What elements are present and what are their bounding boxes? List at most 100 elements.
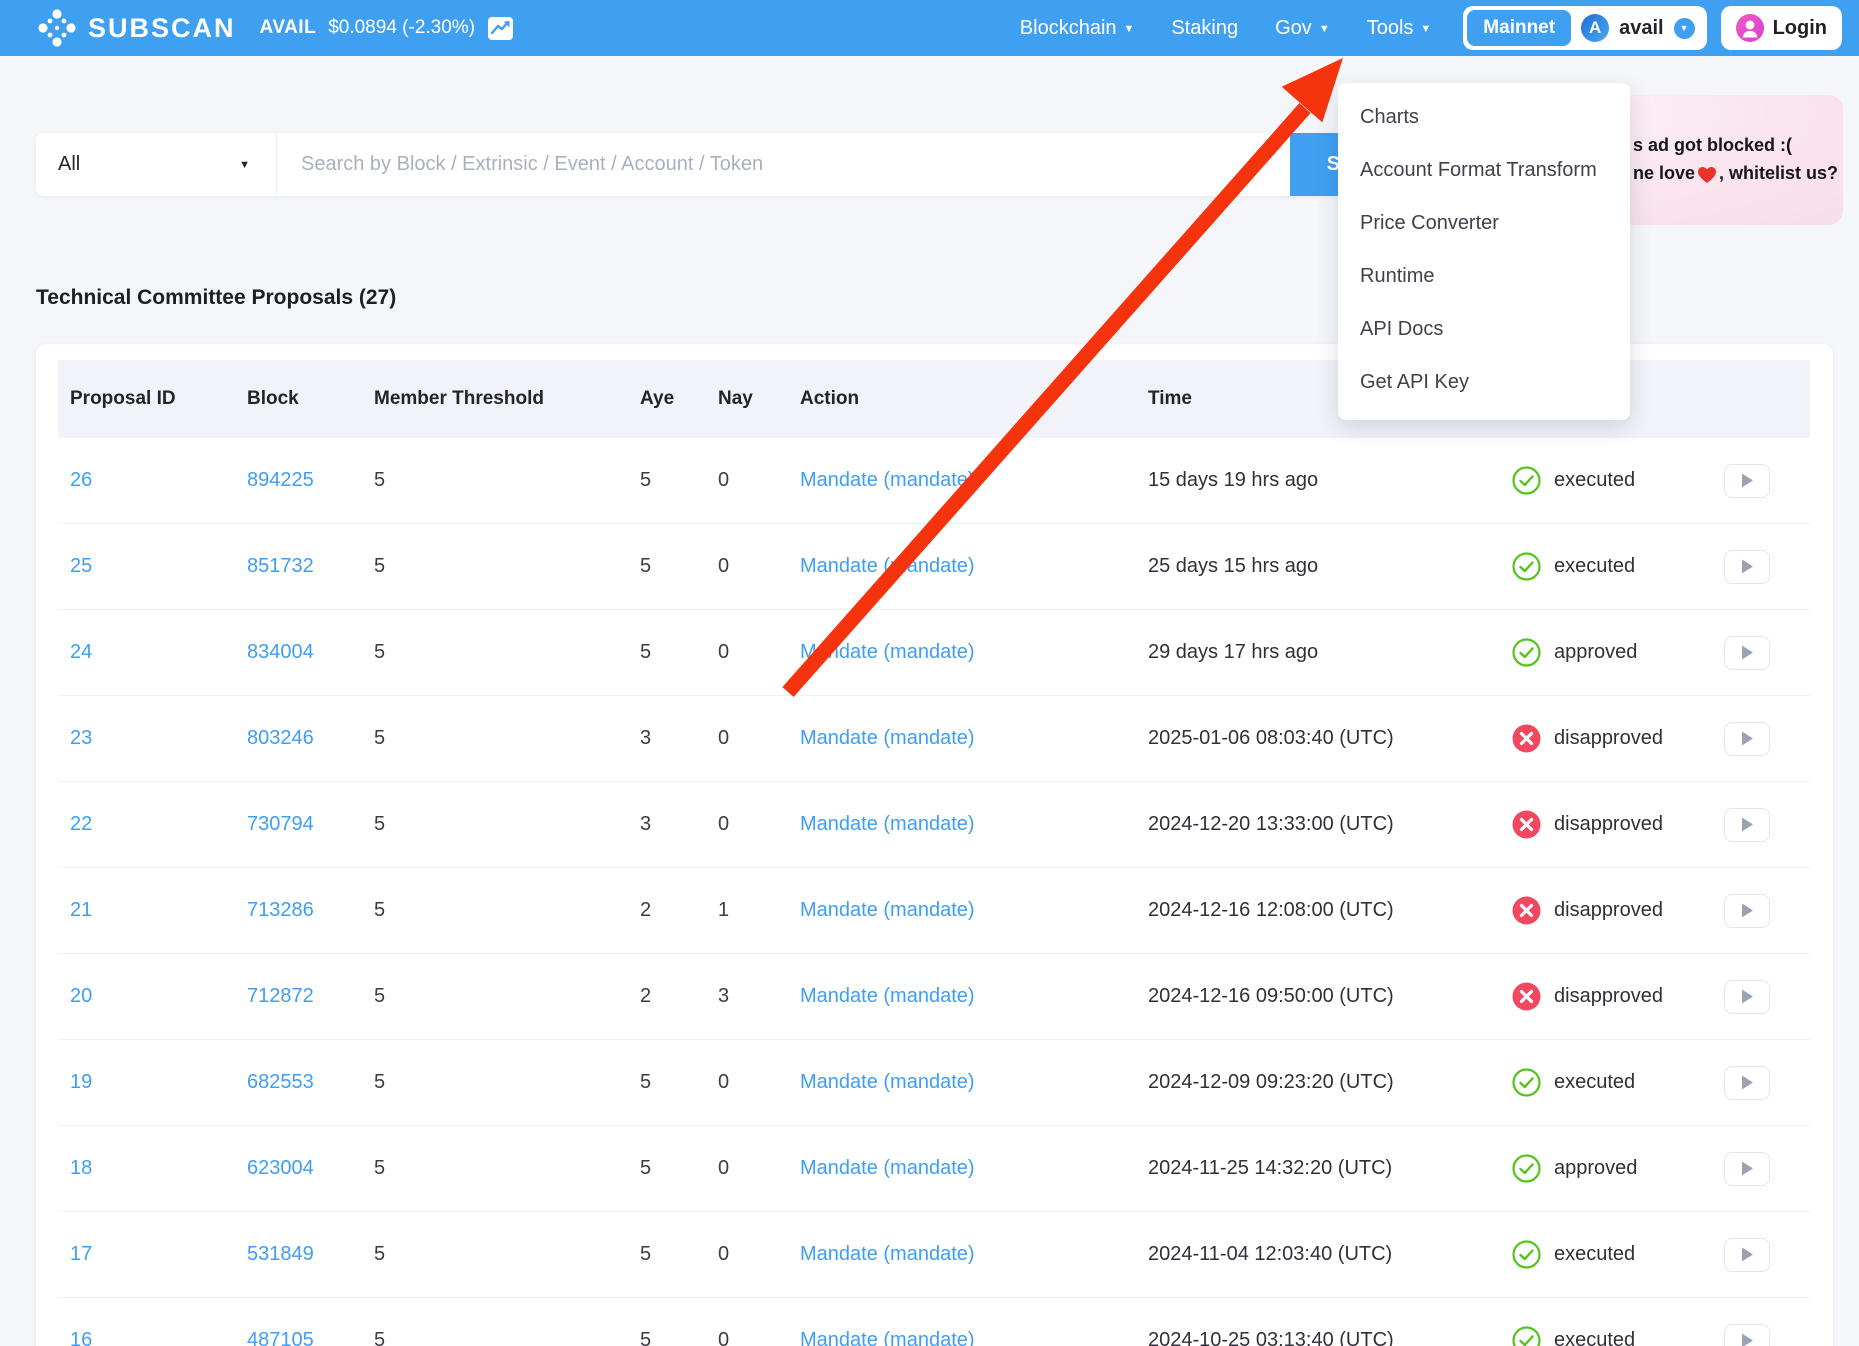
proposal-id-link[interactable]: 19 xyxy=(70,1071,92,1093)
nav-item-label: Blockchain xyxy=(1020,17,1117,40)
menu-item-account-format-transform[interactable]: Account Format Transform xyxy=(1338,144,1630,197)
row-expand-button[interactable] xyxy=(1724,808,1770,842)
block-link[interactable]: 730794 xyxy=(247,813,314,835)
proposal-id-link[interactable]: 17 xyxy=(70,1243,92,1265)
price-chart-icon[interactable] xyxy=(487,16,514,41)
member-threshold-cell: 5 xyxy=(362,1243,628,1266)
block-link[interactable]: 894225 xyxy=(247,469,314,491)
status-cell: executed xyxy=(1500,1326,1708,1346)
block-link[interactable]: 803246 xyxy=(247,727,314,749)
action-link[interactable]: Mandate (mandate) xyxy=(800,899,975,921)
block-cell: 487105 xyxy=(235,1329,362,1346)
status-label: disapproved xyxy=(1554,899,1663,922)
proposal-id-link[interactable]: 26 xyxy=(70,469,92,491)
action-link[interactable]: Mandate (mandate) xyxy=(800,469,975,491)
menu-item-price-converter[interactable]: Price Converter xyxy=(1338,197,1630,250)
token-symbol: AVAIL xyxy=(260,17,317,39)
action-link[interactable]: Mandate (mandate) xyxy=(800,1071,975,1093)
row-expand-button[interactable] xyxy=(1724,636,1770,670)
subscan-logo[interactable]: SUBSCAN xyxy=(36,7,236,49)
proposal-id-cell: 25 xyxy=(58,555,235,578)
block-link[interactable]: 531849 xyxy=(247,1243,314,1265)
action-link[interactable]: Mandate (mandate) xyxy=(800,1157,975,1179)
time-cell: 2024-12-16 09:50:00 (UTC) xyxy=(1136,985,1500,1008)
proposal-id-link[interactable]: 25 xyxy=(70,555,92,577)
action-link[interactable]: Mandate (mandate) xyxy=(800,555,975,577)
status-label: executed xyxy=(1554,1243,1635,1266)
block-link[interactable]: 851732 xyxy=(247,555,314,577)
row-expand-button[interactable] xyxy=(1724,464,1770,498)
member-threshold-cell: 5 xyxy=(362,727,628,750)
table-row: 23803246530Mandate (mandate)2025-01-06 0… xyxy=(58,696,1810,782)
block-link[interactable]: 623004 xyxy=(247,1157,314,1179)
action-link[interactable]: Mandate (mandate) xyxy=(800,985,975,1007)
nav-item-staking[interactable]: Staking xyxy=(1171,17,1238,40)
action-cell: Mandate (mandate) xyxy=(788,1157,1136,1180)
status-cell: executed xyxy=(1500,1240,1708,1269)
detail-button-cell xyxy=(1708,1066,1810,1100)
play-arrow-icon xyxy=(1741,1075,1754,1090)
block-cell: 713286 xyxy=(235,899,362,922)
fail-x-icon xyxy=(1512,982,1541,1011)
proposal-id-cell: 26 xyxy=(58,469,235,492)
proposal-id-link[interactable]: 23 xyxy=(70,727,92,749)
search-filter-select[interactable]: All ▼ xyxy=(36,133,277,196)
action-link[interactable]: Mandate (mandate) xyxy=(800,1329,975,1346)
action-link[interactable]: Mandate (mandate) xyxy=(800,1243,975,1265)
row-expand-button[interactable] xyxy=(1724,980,1770,1014)
aye-cell: 2 xyxy=(628,985,706,1008)
action-link[interactable]: Mandate (mandate) xyxy=(800,641,975,663)
detail-button-cell xyxy=(1708,808,1810,842)
nav-item-tools[interactable]: Tools▼ xyxy=(1367,17,1432,40)
column-header-nay: Nay xyxy=(706,388,788,410)
proposal-id-link[interactable]: 16 xyxy=(70,1329,92,1346)
proposal-id-link[interactable]: 22 xyxy=(70,813,92,835)
status-cell: executed xyxy=(1500,1068,1708,1097)
time-cell: 2024-11-25 14:32:20 (UTC) xyxy=(1136,1157,1500,1180)
table-row: 18623004550Mandate (mandate)2024-11-25 1… xyxy=(58,1126,1810,1212)
row-expand-button[interactable] xyxy=(1724,1238,1770,1272)
row-expand-button[interactable] xyxy=(1724,550,1770,584)
nay-cell: 0 xyxy=(706,1243,788,1266)
table-row: 21713286521Mandate (mandate)2024-12-16 1… xyxy=(58,868,1810,954)
row-expand-button[interactable] xyxy=(1724,1324,1770,1346)
block-link[interactable]: 713286 xyxy=(247,899,314,921)
menu-item-runtime[interactable]: Runtime xyxy=(1338,250,1630,303)
block-link[interactable]: 487105 xyxy=(247,1329,314,1346)
play-arrow-icon xyxy=(1741,645,1754,660)
action-link[interactable]: Mandate (mandate) xyxy=(800,727,975,749)
action-cell: Mandate (mandate) xyxy=(788,985,1136,1008)
menu-item-api-docs[interactable]: API Docs xyxy=(1338,303,1630,356)
block-link[interactable]: 834004 xyxy=(247,641,314,663)
detail-button-cell xyxy=(1708,722,1810,756)
proposal-id-link[interactable]: 20 xyxy=(70,985,92,1007)
detail-button-cell xyxy=(1708,1324,1810,1346)
mainnet-button[interactable]: Mainnet xyxy=(1467,10,1571,46)
menu-item-get-api-key[interactable]: Get API Key xyxy=(1338,356,1630,409)
search-input[interactable] xyxy=(277,133,1290,196)
status-cell: disapproved xyxy=(1500,896,1708,925)
play-arrow-icon xyxy=(1741,559,1754,574)
proposal-id-link[interactable]: 21 xyxy=(70,899,92,921)
row-expand-button[interactable] xyxy=(1724,894,1770,928)
chain-chevron-down-icon[interactable]: ▼ xyxy=(1674,18,1695,39)
nav-item-gov[interactable]: Gov▼ xyxy=(1275,17,1330,40)
proposal-id-link[interactable]: 18 xyxy=(70,1157,92,1179)
login-button[interactable]: Login xyxy=(1721,6,1842,50)
block-link[interactable]: 682553 xyxy=(247,1071,314,1093)
menu-item-charts[interactable]: Charts xyxy=(1338,91,1630,144)
proposal-id-link[interactable]: 24 xyxy=(70,641,92,663)
block-link[interactable]: 712872 xyxy=(247,985,314,1007)
action-link[interactable]: Mandate (mandate) xyxy=(800,813,975,835)
row-expand-button[interactable] xyxy=(1724,1066,1770,1100)
nay-cell: 0 xyxy=(706,469,788,492)
status-success-badge xyxy=(1512,1068,1541,1097)
success-check-icon xyxy=(1512,1154,1541,1183)
chain-name[interactable]: avail xyxy=(1619,17,1663,40)
play-arrow-icon xyxy=(1741,817,1754,832)
detail-button-cell xyxy=(1708,636,1810,670)
row-expand-button[interactable] xyxy=(1724,722,1770,756)
row-expand-button[interactable] xyxy=(1724,1152,1770,1186)
avail-logo-icon: A xyxy=(1581,14,1609,42)
nav-item-blockchain[interactable]: Blockchain▼ xyxy=(1020,17,1135,40)
